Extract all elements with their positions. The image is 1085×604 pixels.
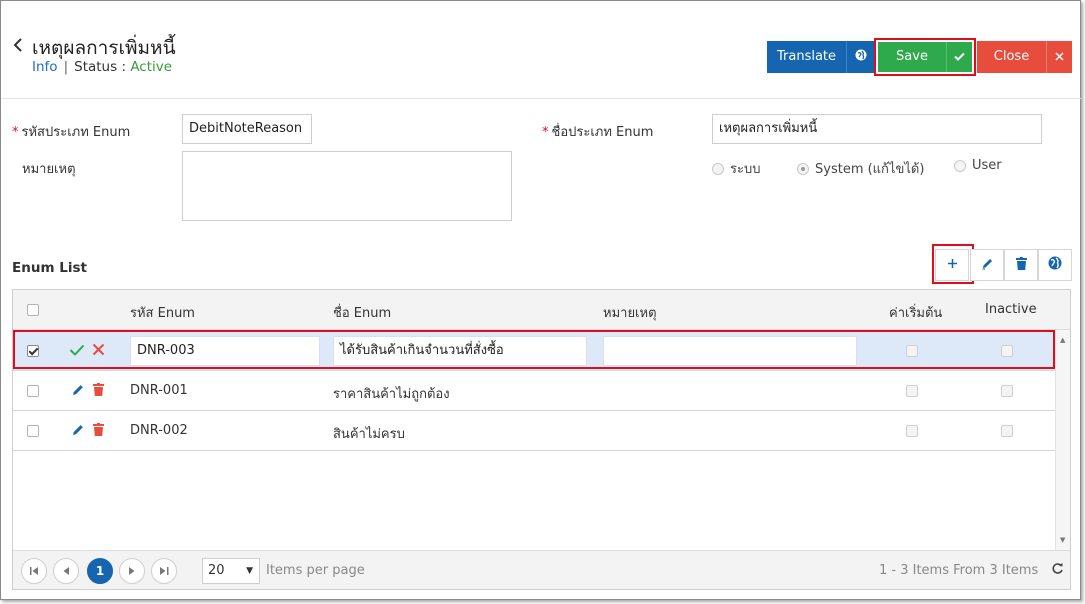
remark-textarea[interactable] <box>182 151 512 221</box>
radio-dot-selected <box>797 162 809 175</box>
info-link[interactable]: Info <box>32 59 58 75</box>
vertical-scrollbar[interactable]: ▲ ▼ <box>1055 330 1070 550</box>
plus-icon <box>947 258 958 273</box>
row-inactive-checkbox[interactable] <box>1001 345 1013 357</box>
status-value: Active <box>130 59 173 75</box>
radio-dot <box>712 162 724 175</box>
back-chevron-icon[interactable] <box>12 37 26 53</box>
table-row[interactable]: DNR-001 ราคาสินค้าไม่ถูกต้อง <box>13 371 1055 411</box>
check-icon <box>954 50 965 65</box>
trash-icon[interactable] <box>93 423 104 440</box>
row-remark-input[interactable] <box>603 336 857 366</box>
save-confirm-button[interactable] <box>946 42 972 72</box>
globe-icon <box>1048 256 1062 274</box>
required-mark: * <box>12 125 19 140</box>
translate-row-button[interactable] <box>1038 249 1072 281</box>
row-select-checkbox[interactable] <box>27 385 39 397</box>
col-remark[interactable]: หมายเหตุ <box>603 302 657 323</box>
row-name-input[interactable]: ได้รับสินค้าเกินจำนวนที่สั่งซื้อ <box>333 336 587 366</box>
translate-globe-button[interactable] <box>846 41 874 73</box>
edit-row-button[interactable] <box>970 249 1004 281</box>
close-icon <box>1055 50 1064 65</box>
col-default[interactable]: ค่าเริ่มต้น <box>889 302 942 323</box>
row-default-checkbox <box>906 425 918 437</box>
app-window: เหตุผลการเพิ่มหนี้ Info | Status : Active … <box>0 0 1081 600</box>
row-default-checkbox[interactable] <box>906 345 918 357</box>
row-name: ราคาสินค้าไม่ถูกต้อง <box>333 387 450 402</box>
col-inactive[interactable]: Inactive <box>985 302 1037 317</box>
pencil-icon[interactable] <box>71 383 85 401</box>
close-x-button[interactable] <box>1046 41 1072 73</box>
enum-code-label: * รหัสประเภท Enum <box>12 125 131 140</box>
trash-icon <box>1015 256 1027 274</box>
trash-icon[interactable] <box>93 383 104 400</box>
header-divider <box>2 98 1081 99</box>
status-colon: : <box>121 59 127 75</box>
row-inactive-checkbox <box>1001 385 1013 397</box>
row-select-checkbox[interactable] <box>27 425 39 437</box>
cancel-edit-icon[interactable] <box>92 343 105 360</box>
scroll-down-icon[interactable]: ▼ <box>1060 536 1065 544</box>
close-button[interactable]: Close <box>977 41 1046 73</box>
radio-dot <box>954 159 966 172</box>
chevron-down-icon: ▼ <box>246 566 253 576</box>
delete-row-button[interactable] <box>1004 249 1038 281</box>
page-size-value: 20 <box>208 563 225 578</box>
pager-summary: 1 - 3 Items From 3 Items <box>879 563 1039 578</box>
row-inactive-checkbox <box>1001 425 1013 437</box>
current-page-button[interactable]: 1 <box>87 558 113 584</box>
prev-page-button[interactable] <box>53 558 79 584</box>
next-page-button[interactable] <box>119 558 145 584</box>
remark-label: หมายเหตุ <box>22 162 76 177</box>
refresh-icon[interactable] <box>1051 562 1064 579</box>
row-default-checkbox <box>906 385 918 397</box>
row-code: DNR-001 <box>130 383 188 398</box>
row-name: สินค้าไม่ครบ <box>333 427 405 442</box>
select-all-checkbox[interactable] <box>27 304 39 316</box>
status-label: Status <box>74 59 118 75</box>
col-enum-name[interactable]: ชื่อ Enum <box>333 302 391 323</box>
save-button[interactable]: Save <box>878 42 946 72</box>
enum-code-field[interactable]: DebitNoteReason <box>182 114 312 144</box>
row-select-checkbox[interactable] <box>27 345 39 357</box>
page-size-select[interactable]: 20 ▼ <box>202 558 260 584</box>
radio-system[interactable]: ระบบ <box>712 158 760 179</box>
enum-name-field[interactable]: เหตุผลการเพิ่มหนี้ <box>712 114 1042 144</box>
enum-grid: รหัส Enum ชื่อ Enum หมายเหตุ ค่าเริ่มต้น… <box>12 289 1071 590</box>
enum-list-title: Enum List <box>12 260 87 276</box>
translate-button[interactable]: Translate <box>767 41 846 73</box>
subtitle-separator: | <box>63 59 69 75</box>
scroll-up-icon[interactable]: ▲ <box>1060 336 1065 344</box>
items-per-page-label: Items per page <box>266 563 365 578</box>
table-row[interactable]: DNR-002 สินค้าไม่ครบ <box>13 411 1055 451</box>
row-code: DNR-002 <box>130 423 188 438</box>
pencil-icon[interactable] <box>71 423 85 441</box>
table-row-editing[interactable]: DNR-003 ได้รับสินค้าเกินจำนวนที่สั่งซื้อ <box>13 331 1055 371</box>
required-mark: * <box>542 125 549 140</box>
pencil-icon <box>981 257 994 274</box>
radio-system-editable[interactable]: System (แก้ไขได้) <box>797 158 924 179</box>
last-page-button[interactable] <box>151 558 177 584</box>
confirm-edit-icon[interactable] <box>69 343 85 361</box>
page-subtitle: Info | Status : Active <box>32 59 172 75</box>
add-row-button[interactable] <box>935 249 969 281</box>
pager: 1 20 ▼ Items per page 1 - 3 Items From 3… <box>13 550 1070 589</box>
first-page-button[interactable] <box>21 558 47 584</box>
radio-user[interactable]: User <box>954 158 1002 173</box>
col-enum-code[interactable]: รหัส Enum <box>130 302 195 323</box>
globe-icon <box>855 49 867 65</box>
enum-name-label: * ชื่อประเภท Enum <box>542 125 654 140</box>
grid-header: รหัส Enum ชื่อ Enum หมายเหตุ ค่าเริ่มต้น… <box>13 290 1070 330</box>
row-code-input[interactable]: DNR-003 <box>130 336 320 366</box>
